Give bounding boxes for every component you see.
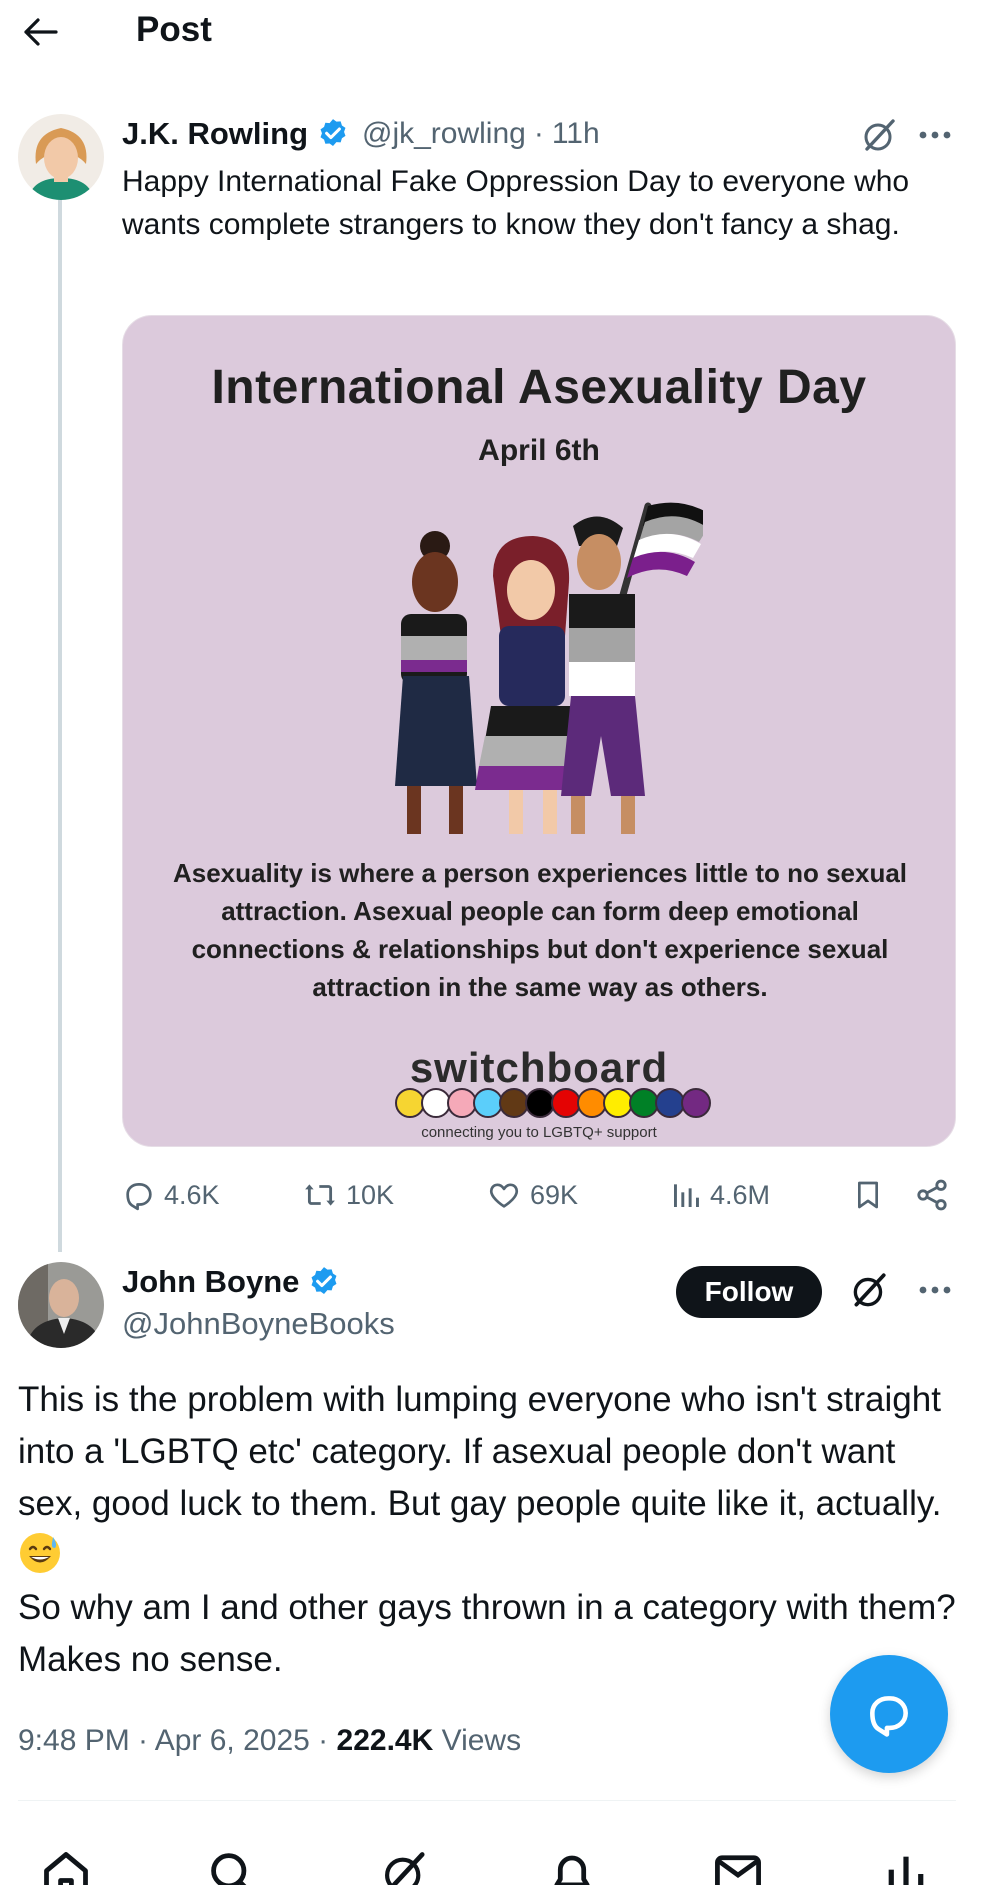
more-horizontal-icon — [919, 131, 951, 139]
share-button[interactable] — [914, 1170, 958, 1220]
bottom-navigation-bar — [0, 1820, 988, 1885]
reply-count: 4.6K — [164, 1179, 220, 1210]
media-title: International Asexuality Day — [211, 361, 867, 414]
reply-text: This is the problem with lumping everyon… — [18, 1374, 962, 1686]
grok-button[interactable] — [856, 113, 902, 159]
post-timestamp[interactable]: 9:48 PM · Apr 6, 2025 · — [18, 1724, 337, 1757]
repost-icon — [305, 1184, 335, 1206]
grok-icon — [864, 119, 895, 151]
grok-icon — [385, 1852, 425, 1885]
tweet-author-row: J.K. Rowling @jk_rowling · 11h — [122, 116, 600, 152]
nav-notifications[interactable] — [542, 1848, 602, 1885]
separator-dot: · — [533, 117, 544, 150]
views-count: 4.6M — [710, 1179, 771, 1210]
verified-badge-icon — [316, 117, 350, 151]
nav-grok[interactable] — [374, 1848, 434, 1885]
top-bar: Post — [0, 0, 988, 64]
reply-author-row: John Boyne — [122, 1264, 353, 1300]
like-count: 69K — [530, 1179, 579, 1210]
heart-icon — [489, 1183, 519, 1208]
home-icon — [44, 1852, 88, 1885]
thread-connector-line — [58, 172, 62, 1252]
more-options-button[interactable] — [913, 115, 957, 155]
grok-button[interactable] — [846, 1268, 892, 1314]
page-title: Post — [136, 10, 212, 49]
media-description: Asexuality is where a person experiences… — [172, 858, 908, 1002]
author-handle[interactable]: @JohnBoyneBooks — [122, 1306, 395, 1342]
repost-count: 10K — [346, 1179, 395, 1210]
author-handle[interactable]: @jk_rowling — [362, 117, 526, 151]
reply-icon — [126, 1183, 152, 1211]
post-views-label: Views — [433, 1724, 522, 1757]
arrow-left-icon — [24, 18, 58, 46]
bookmark-button[interactable] — [852, 1170, 892, 1220]
media-brand-logo: switchboard — [409, 1044, 669, 1091]
views-button[interactable]: 4.6M — [670, 1170, 770, 1220]
avatar-image — [18, 1262, 104, 1348]
brand-color-dot — [681, 1088, 711, 1118]
nav-search[interactable] — [202, 1848, 262, 1885]
post-views-count: 222.4K — [336, 1724, 434, 1757]
divider — [18, 1800, 956, 1801]
avatar[interactable] — [18, 114, 104, 200]
nav-analytics[interactable] — [876, 1848, 936, 1885]
reply-button[interactable]: 4.6K — [122, 1170, 220, 1220]
reply-text-part1: This is the problem with lumping everyon… — [18, 1380, 951, 1523]
analytics-icon — [888, 1856, 924, 1885]
avatar[interactable] — [18, 1262, 104, 1348]
follow-button[interactable]: Follow — [676, 1266, 822, 1318]
illustration-people-with-flag — [395, 502, 703, 834]
like-button[interactable]: 69K — [486, 1170, 578, 1220]
share-icon — [917, 1179, 947, 1211]
search-icon — [211, 1853, 247, 1885]
messages-icon — [715, 1855, 761, 1885]
author-display-name[interactable]: John Boyne — [122, 1264, 299, 1300]
more-horizontal-icon — [919, 1286, 951, 1294]
notifications-icon — [554, 1855, 590, 1885]
nav-home[interactable] — [36, 1848, 96, 1885]
media-tagline: connecting you to LGBTQ+ support — [421, 1124, 657, 1141]
tweet-actions-bar: 4.6K 10K 69K 4.6M — [122, 1170, 962, 1220]
bookmark-icon — [858, 1181, 878, 1209]
brand-color-dots — [395, 1088, 711, 1118]
analytics-icon — [674, 1184, 699, 1207]
author-display-name[interactable]: J.K. Rowling — [122, 116, 308, 152]
verified-badge-icon — [307, 1265, 341, 1299]
reply-bubble-icon — [870, 1696, 908, 1737]
tweet-media-image[interactable]: International Asexuality Day April 6th A… — [122, 315, 956, 1147]
media-date: April 6th — [478, 434, 600, 467]
repost-button[interactable]: 10K — [302, 1170, 394, 1220]
compose-reply-fab[interactable] — [830, 1655, 948, 1773]
tweet-time[interactable]: 11h — [552, 117, 600, 151]
avatar-image — [18, 114, 104, 200]
sweat-smile-emoji — [20, 1533, 60, 1573]
reply-text-part2: So why am I and other gays thrown in a c… — [18, 1588, 956, 1679]
post-metadata: 9:48 PM · Apr 6, 2025 · 222.4K Views — [18, 1724, 521, 1758]
back-button[interactable] — [18, 12, 62, 52]
more-options-button[interactable] — [913, 1270, 957, 1310]
nav-messages[interactable] — [708, 1848, 768, 1885]
grok-icon — [853, 1273, 886, 1307]
tweet-text: Happy International Fake Oppression Day … — [122, 165, 910, 241]
